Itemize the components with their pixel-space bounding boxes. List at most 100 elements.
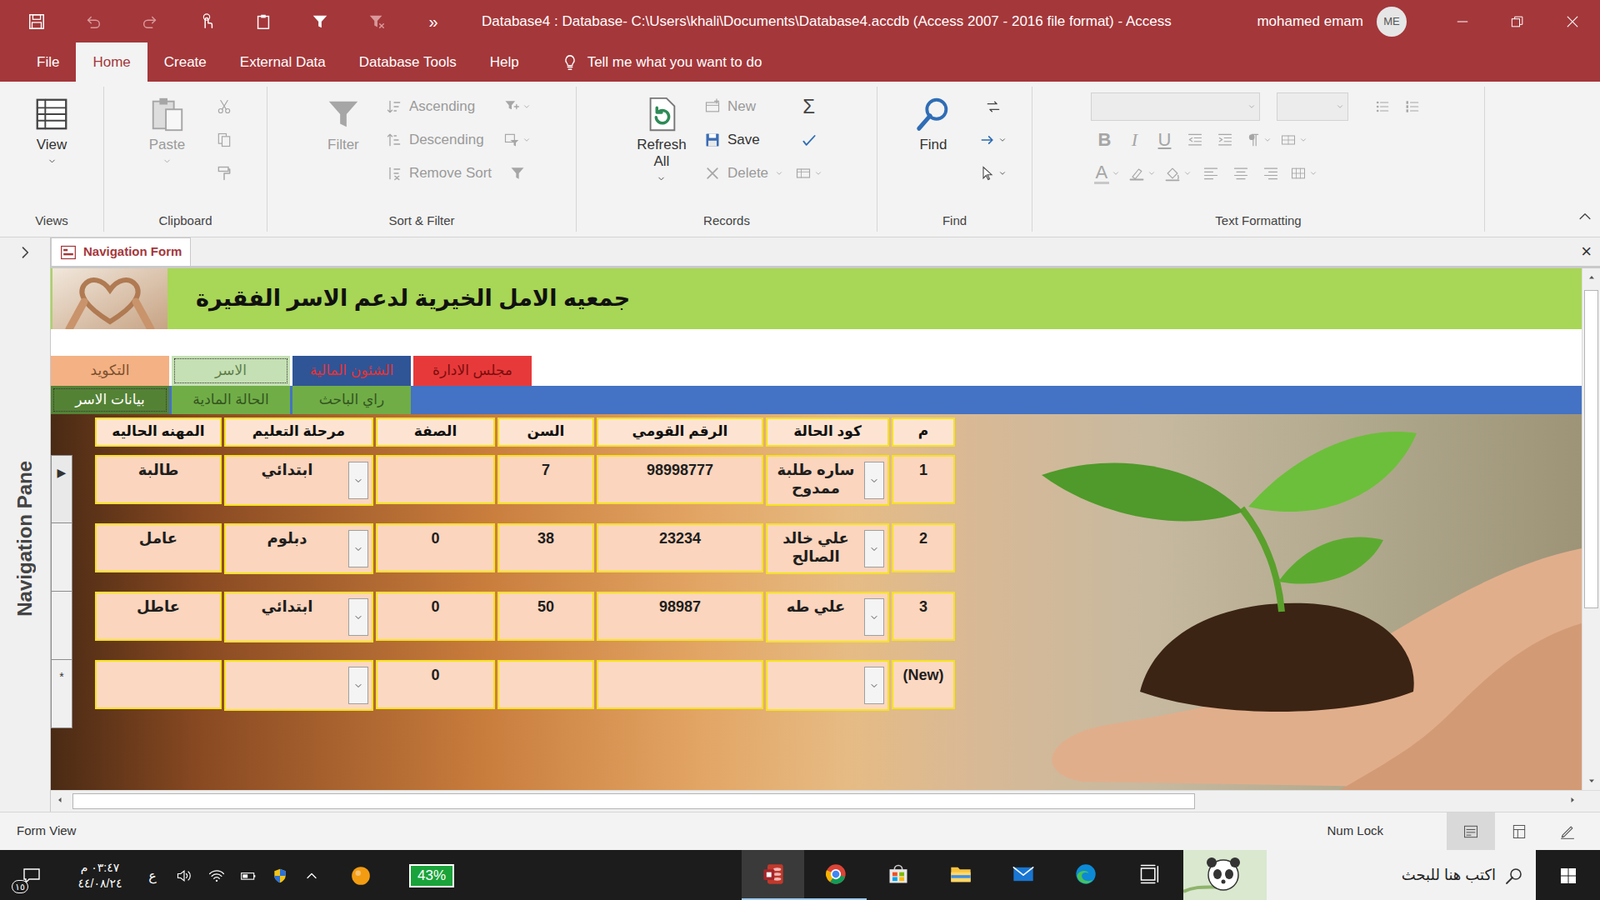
table-cell[interactable]: ابتدائي xyxy=(224,455,374,506)
record-selector[interactable] xyxy=(50,523,73,592)
table-cell[interactable]: ساره طلبة ممدوح xyxy=(765,455,890,506)
table-cell[interactable] xyxy=(375,455,495,505)
refresh-all-button[interactable]: Refresh All xyxy=(627,90,696,184)
ribbon-tab[interactable]: Help xyxy=(473,42,536,82)
ribbon-tab[interactable]: Create xyxy=(147,42,224,82)
save-button[interactable]: Save xyxy=(704,123,784,157)
shield-tray-button[interactable] xyxy=(264,850,296,900)
nav-tab-button[interactable]: الحالة المادية xyxy=(171,385,290,415)
table-cell[interactable]: 2 xyxy=(891,523,955,573)
record-selector[interactable]: * xyxy=(50,660,73,729)
ribbon-tab[interactable]: Database Tools xyxy=(342,42,474,82)
edge-taskbar-button[interactable] xyxy=(1054,850,1117,900)
record-row[interactable]: ▶1ساره طلبة ممدوح989987777ابتدائيطالبة xyxy=(50,455,1582,524)
design-view-button[interactable] xyxy=(1543,812,1592,850)
notifications-button[interactable]: ١٥ xyxy=(0,850,63,900)
nav-tab-button[interactable]: بيانات الاسر xyxy=(50,385,170,415)
nav-tab-button[interactable]: راي الباحث xyxy=(292,385,411,415)
collapse-ribbon-button[interactable] xyxy=(1576,208,1594,231)
store-taskbar-button[interactable] xyxy=(866,850,930,900)
new-record-row[interactable]: *(New)0 xyxy=(50,660,1582,729)
dropdown-button[interactable] xyxy=(348,666,369,705)
restore-button[interactable] xyxy=(1490,0,1545,43)
scroll-thumb[interactable] xyxy=(72,793,1195,810)
dropdown-button[interactable] xyxy=(864,530,885,568)
save-button[interactable] xyxy=(8,0,65,43)
explorer-taskbar-button[interactable] xyxy=(929,850,992,900)
clock[interactable]: ٠٣:٤٧ م٤٤/٠٨/٢٤ xyxy=(62,850,138,900)
record-selector[interactable] xyxy=(50,591,73,660)
ribbon-tab[interactable]: External Data xyxy=(223,42,343,82)
navigation-pane[interactable]: Navigation Pane xyxy=(0,237,51,812)
record-row[interactable]: 2علي خالد الصالح23234380دبلومعامل xyxy=(50,523,1582,592)
form-tab[interactable]: Navigation Form xyxy=(50,237,191,266)
goto-button[interactable] xyxy=(975,123,1010,157)
replace-button[interactable] xyxy=(975,90,1010,124)
dropdown-button[interactable] xyxy=(348,461,369,500)
table-cell[interactable]: علي خالد الصالح xyxy=(765,523,890,575)
find-button[interactable]: Find xyxy=(899,90,968,154)
user-avatar[interactable]: ME xyxy=(1376,6,1407,37)
table-cell[interactable]: 0 xyxy=(375,523,495,573)
user-name[interactable]: mohamed emam xyxy=(1256,10,1364,33)
table-cell[interactable]: 98987 xyxy=(596,591,764,641)
access-taskbar-button[interactable] xyxy=(741,850,805,900)
scroll-thumb[interactable] xyxy=(1584,290,1599,609)
filter-button[interactable] xyxy=(291,0,349,43)
nav-tab-button[interactable]: التكويد xyxy=(50,355,170,386)
record-row[interactable]: 3علي طه98987500ابتدائيعاطل xyxy=(50,591,1582,660)
language-indicator[interactable]: ع xyxy=(137,850,168,900)
select-button[interactable] xyxy=(975,156,1010,190)
taskview-taskbar-button[interactable] xyxy=(1116,850,1184,900)
ribbon-tab[interactable]: Home xyxy=(75,42,147,82)
minimize-button[interactable] xyxy=(1435,0,1490,43)
table-cell[interactable]: 1 xyxy=(891,455,955,505)
dropdown-button[interactable] xyxy=(348,530,369,568)
dropdown-button[interactable] xyxy=(864,666,885,705)
table-cell[interactable] xyxy=(224,660,374,711)
table-cell[interactable]: 7 xyxy=(497,455,595,505)
table-cell[interactable]: عاطل xyxy=(95,591,222,641)
table-cell[interactable] xyxy=(765,660,890,711)
close-form-button[interactable]: × xyxy=(1572,242,1600,261)
table-cell[interactable]: 98998777 xyxy=(596,455,764,505)
nav-tab-button[interactable]: الاسر xyxy=(171,355,290,386)
spelling-button[interactable] xyxy=(791,123,826,157)
start-button[interactable] xyxy=(1535,850,1600,900)
caret-up-tray-button[interactable] xyxy=(295,850,328,900)
wifi-tray-button[interactable] xyxy=(200,850,233,900)
dropdown-button[interactable] xyxy=(864,461,885,500)
table-cell[interactable]: 23234 xyxy=(596,523,764,573)
table-cell[interactable]: 0 xyxy=(375,591,495,641)
customize-toolbar-button[interactable]: » xyxy=(405,0,462,43)
battery-tray-button[interactable] xyxy=(232,850,265,900)
table-cell[interactable]: 3 xyxy=(891,591,955,641)
record-selector[interactable]: ▶ xyxy=(50,455,73,524)
table-cell[interactable]: (New) xyxy=(891,660,955,710)
table-cell[interactable]: 38 xyxy=(497,523,595,573)
volume-tray-button[interactable] xyxy=(167,850,201,900)
table-cell[interactable]: علي طه xyxy=(765,591,890,643)
table-cell[interactable]: 50 xyxy=(497,591,595,641)
nav-tab-button[interactable]: مجلس الادارة xyxy=(413,355,532,386)
form-view-button[interactable] xyxy=(1446,812,1495,850)
close-button[interactable] xyxy=(1545,0,1600,43)
battery-widget[interactable]: 43% xyxy=(394,850,470,900)
touch-button[interactable] xyxy=(178,0,235,43)
view-button[interactable]: View xyxy=(17,90,86,166)
vertical-scrollbar[interactable] xyxy=(1581,268,1600,790)
table-cell[interactable]: دبلوم xyxy=(224,523,374,575)
table-cell[interactable]: عامل xyxy=(95,523,222,573)
clipboard-button[interactable] xyxy=(235,0,292,43)
nav-tab-button[interactable]: الشئون المالية xyxy=(292,355,411,386)
table-cell[interactable] xyxy=(497,660,595,710)
orange-tray-button[interactable] xyxy=(327,850,395,900)
dropdown-button[interactable] xyxy=(348,598,369,636)
tell-me-box[interactable]: Tell me what you want to do xyxy=(560,42,763,82)
expand-pane-button[interactable] xyxy=(16,244,34,267)
search-input[interactable] xyxy=(1266,864,1505,887)
horizontal-scrollbar[interactable] xyxy=(50,790,1600,812)
totals-button[interactable]: Σ xyxy=(791,90,826,124)
dropdown-button[interactable] xyxy=(864,598,885,636)
table-cell[interactable] xyxy=(95,660,222,710)
